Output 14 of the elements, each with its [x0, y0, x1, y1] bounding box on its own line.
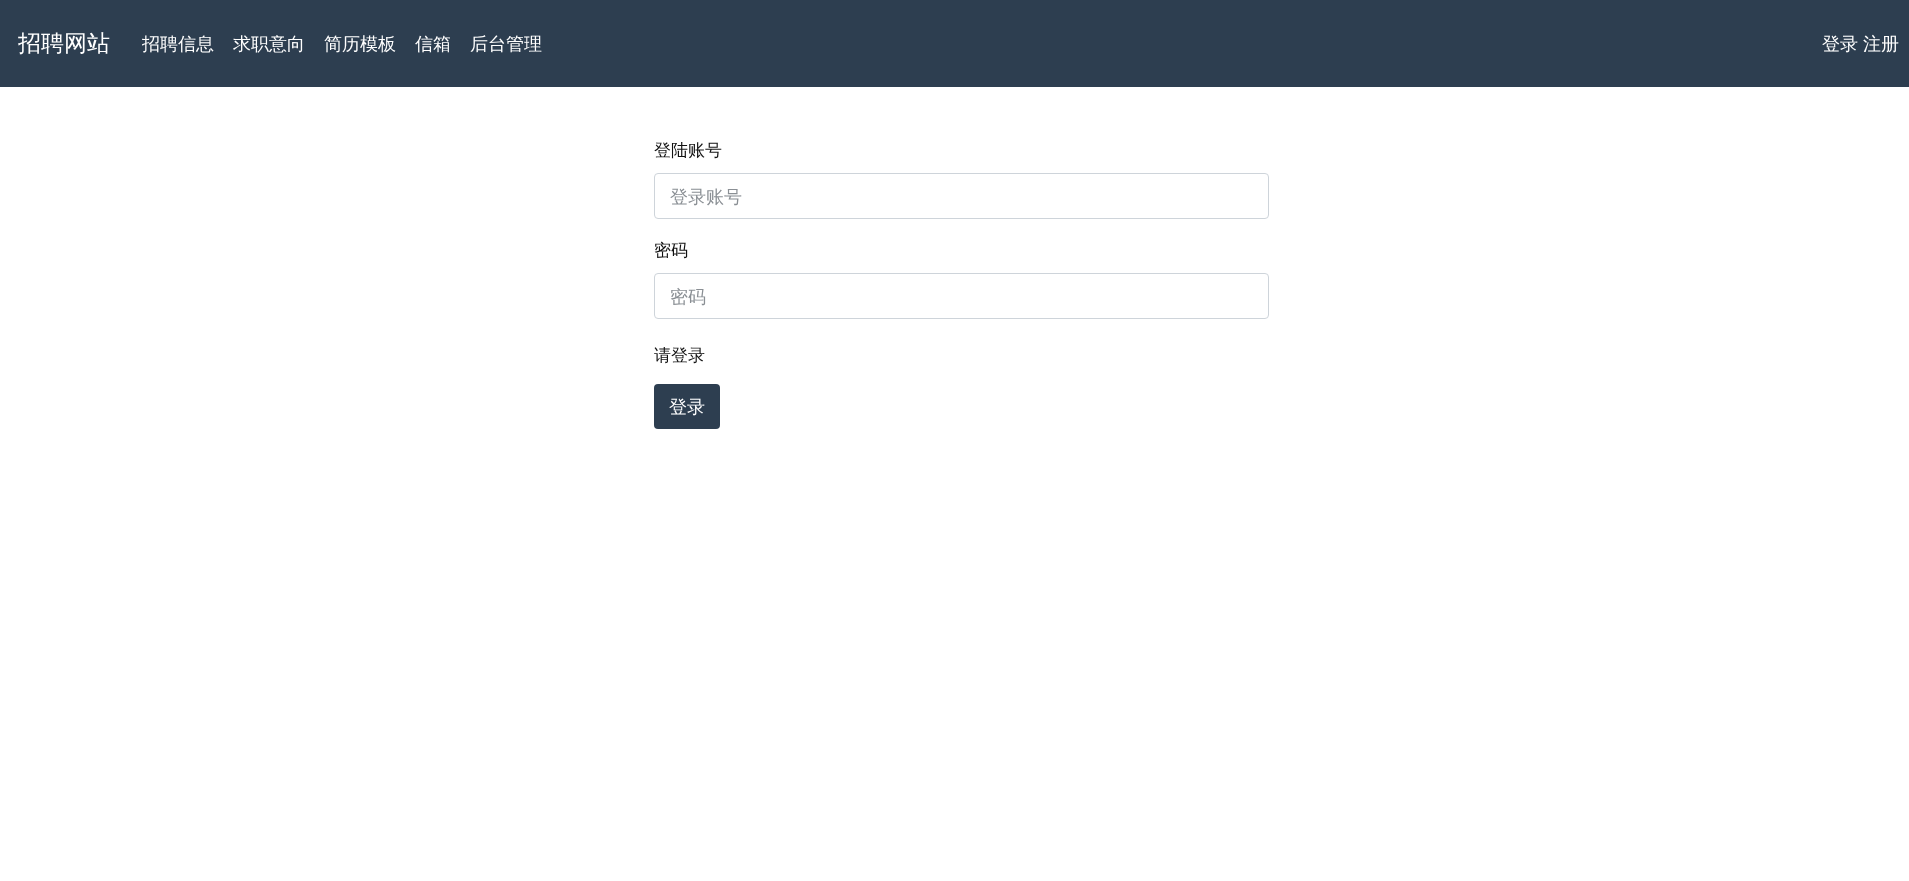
account-link[interactable]: 注册	[1863, 31, 1899, 56]
nav-link[interactable]: 招聘信息	[142, 31, 214, 56]
nav-link[interactable]: 求职意向	[233, 31, 305, 56]
input-field[interactable]: 密码	[653, 273, 1269, 319]
login-prompt: 请登录	[653, 344, 706, 367]
input-field[interactable]: 登录账号	[653, 173, 1269, 219]
field-label: 密码	[653, 239, 689, 262]
nav-link[interactable]: 信箱	[415, 31, 451, 56]
account-link[interactable]: 登录	[1822, 31, 1858, 56]
login-button[interactable]: 登录	[653, 384, 720, 429]
nav-link[interactable]: 后台管理	[470, 31, 542, 56]
site-brand[interactable]: 招聘网站	[18, 28, 110, 59]
field-label: 登陆账号	[653, 139, 723, 162]
nav-link[interactable]: 简历模板	[324, 31, 396, 56]
